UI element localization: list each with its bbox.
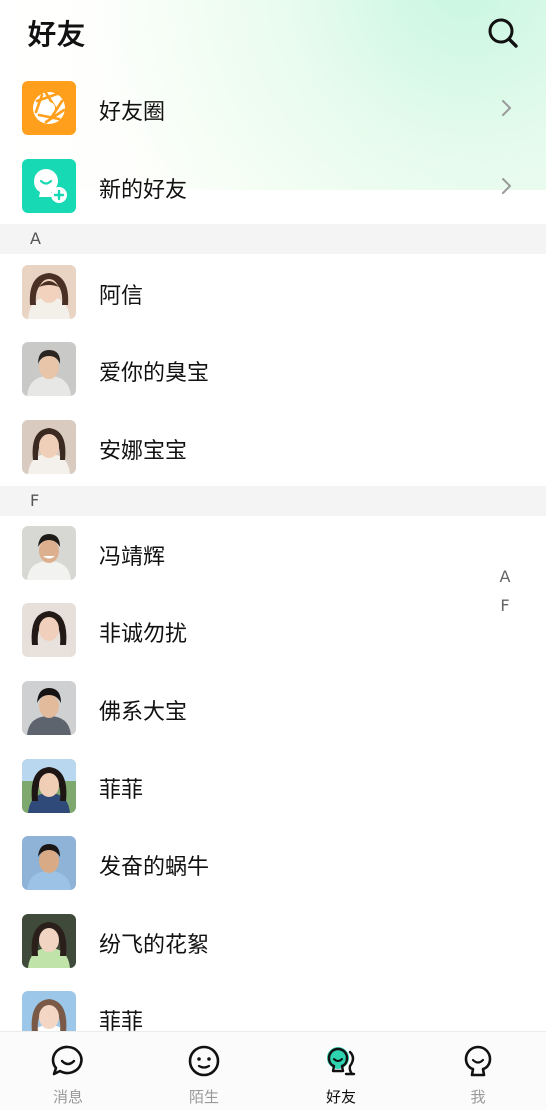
- contact-name: 冯靖辉: [99, 545, 166, 570]
- chevron-right-icon: [502, 100, 511, 116]
- avatar: [22, 603, 76, 657]
- avatar: [22, 265, 76, 319]
- page-title: 好友: [28, 18, 87, 51]
- contact-row[interactable]: 冯靖辉: [0, 526, 546, 604]
- avatar: [22, 836, 76, 890]
- contact-name: 佛系大宝: [99, 700, 188, 725]
- contact-name: 安娜宝宝: [99, 439, 188, 464]
- alphabet-index-bar[interactable]: A F: [494, 562, 516, 620]
- entry-moments[interactable]: 好友圈: [0, 81, 546, 159]
- camera-aperture-icon: [22, 81, 76, 135]
- entry-label: 新的好友: [99, 178, 188, 203]
- contact-name: 发奋的蜗牛: [99, 855, 210, 880]
- chevron-right-icon: [502, 178, 511, 194]
- contact-row[interactable]: 阿信: [0, 265, 546, 343]
- contact-row[interactable]: 纷飞的花絮: [0, 914, 546, 992]
- contact-row[interactable]: 佛系大宝: [0, 681, 546, 759]
- friends-icon: [327, 1047, 356, 1076]
- search-icon: [488, 18, 518, 48]
- avatar: [22, 342, 76, 396]
- contact-name: 菲菲: [99, 778, 144, 803]
- index-letter-a[interactable]: A: [494, 562, 516, 591]
- contact-name: 纷飞的花絮: [99, 933, 210, 958]
- tab-me[interactable]: 我: [410, 1032, 546, 1110]
- avatar: [22, 759, 76, 813]
- tab-friends[interactable]: 好友: [273, 1032, 409, 1110]
- section-header-a: A: [0, 224, 546, 254]
- contact-row[interactable]: 菲菲: [0, 759, 546, 837]
- contact-name: 阿信: [99, 284, 144, 309]
- index-letter-f[interactable]: F: [494, 591, 516, 620]
- section-header-f: F: [0, 486, 546, 516]
- avatar: [22, 914, 76, 968]
- header: 好友: [0, 0, 546, 68]
- search-button[interactable]: [486, 16, 520, 50]
- add-friend-icon: [22, 159, 76, 213]
- avatar: [22, 420, 76, 474]
- contact-row[interactable]: 发奋的蜗牛: [0, 836, 546, 914]
- avatar: [22, 526, 76, 580]
- stranger-face-icon: [188, 1045, 220, 1077]
- tab-label: 好友: [325, 1088, 356, 1106]
- tab-label: 我: [470, 1088, 486, 1106]
- avatar: [22, 681, 76, 735]
- bottom-tab-bar: 消息 陌生 好友 我: [0, 1031, 546, 1110]
- tab-strangers[interactable]: 陌生: [136, 1032, 272, 1110]
- contact-row[interactable]: 爱你的臭宝: [0, 342, 546, 420]
- contact-row[interactable]: 非诚勿扰: [0, 603, 546, 681]
- contact-name: 非诚勿扰: [99, 622, 188, 647]
- tab-messages[interactable]: 消息: [0, 1032, 136, 1110]
- tab-label: 消息: [52, 1088, 83, 1106]
- tab-label: 陌生: [188, 1088, 219, 1106]
- contact-name: 爱你的臭宝: [99, 361, 210, 386]
- profile-icon: [464, 1045, 492, 1077]
- chat-bubble-icon: [51, 1045, 83, 1076]
- entry-label: 好友圈: [99, 100, 166, 125]
